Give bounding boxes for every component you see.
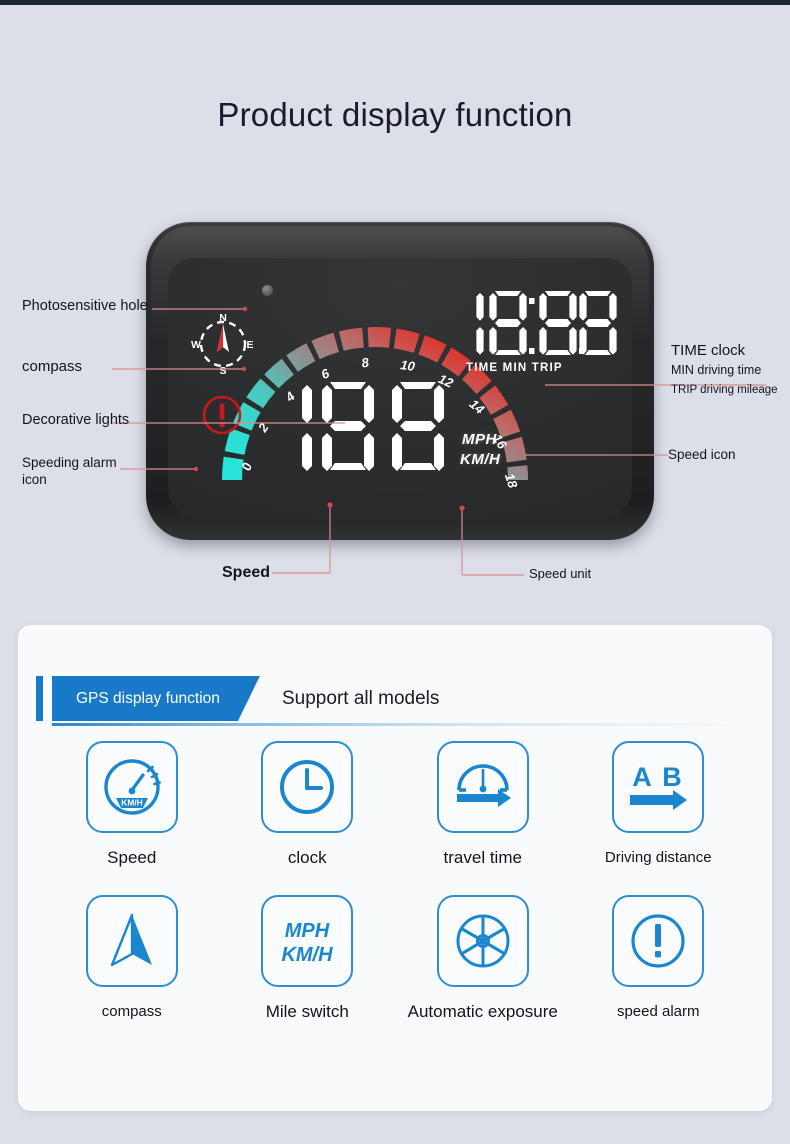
feature-speed-alarm[interactable]: speed alarm — [571, 895, 747, 1023]
icon-box-compass — [85, 895, 178, 987]
label-photosensitive-hole: Photosensitive hole — [22, 298, 148, 314]
feature-row-1: KM/H Speed clock travel time A B Driving… — [44, 741, 746, 869]
feature-grid: KM/H Speed clock travel time A B Driving… — [44, 741, 746, 1023]
camera-aperture-icon — [456, 914, 510, 968]
feature-label: Speed — [107, 848, 157, 867]
feature-label: compass — [101, 1003, 162, 1020]
photosensitive-hole-icon — [262, 285, 273, 296]
exclamation-circle-icon — [631, 914, 685, 968]
icon-box-clock — [261, 741, 354, 833]
speed-unit-mph: MPH — [462, 431, 497, 448]
a-to-b-arrow-icon: A B — [630, 762, 688, 810]
label-speed: Speed — [222, 564, 271, 581]
time-digits — [476, 291, 617, 355]
section-header: GPS display function Support all models — [36, 672, 752, 730]
svg-text:KM/H: KM/H — [282, 944, 334, 966]
speedometer-icon: KM/H — [104, 759, 161, 815]
speeding-alarm-icon — [202, 395, 242, 435]
feature-row-2: compass MPH KM/H Mile switch Automatic e… — [44, 895, 746, 1023]
label-speed-unit: Speed unit — [529, 566, 592, 581]
speed-digits — [302, 382, 444, 471]
speed-unit-labels: MPH KM/H — [460, 430, 501, 470]
svg-text:W: W — [191, 339, 201, 351]
mph-kmh-icon: MPH KM/H — [282, 920, 334, 966]
feature-label: clock — [287, 848, 327, 867]
feature-automatic-exposure[interactable]: Automatic exposure — [395, 895, 571, 1023]
feature-compass[interactable]: compass — [44, 895, 220, 1023]
svg-text:10: 10 — [399, 357, 416, 374]
icon-box-driving-distance: A B — [612, 741, 705, 833]
icon-box-travel-time — [436, 741, 529, 833]
label-compass: compass — [22, 358, 83, 375]
svg-text:B: B — [663, 762, 683, 792]
icon-box-automatic-exposure — [436, 895, 529, 987]
icon-box-speed-alarm — [612, 895, 705, 987]
icon-box-speed: KM/H — [85, 741, 178, 833]
section-tab-gps-display-function[interactable]: GPS display function — [52, 676, 260, 721]
feature-driving-distance[interactable]: A B Driving distance — [571, 741, 747, 869]
feature-mile-switch[interactable]: MPH KM/H Mile switch — [220, 895, 396, 1023]
label-time-clock: TIME clock — [671, 342, 746, 359]
speed-unit-kmh: KM/H — [460, 451, 501, 468]
svg-text:KM/H: KM/H — [121, 798, 142, 808]
section-accent-bar — [36, 676, 43, 721]
section-underline — [52, 723, 752, 726]
time-row-label: TIME MIN TRIP — [466, 362, 563, 374]
feature-label: Mile switch — [265, 1002, 349, 1021]
feature-label: Driving distance — [604, 849, 712, 866]
feature-travel-time[interactable]: travel time — [395, 741, 571, 869]
navigation-arrow-icon — [110, 913, 152, 967]
hud-device: N E S W — [146, 222, 654, 540]
svg-text:MPH: MPH — [285, 920, 330, 942]
feature-clock[interactable]: clock — [220, 741, 396, 869]
label-trip-driving-mileage: TRIP driving mileage — [671, 384, 778, 396]
page-title: Product display function — [217, 96, 573, 133]
travel-time-gauge-arrow-icon — [456, 764, 511, 807]
top-edge-strip — [0, 0, 790, 5]
svg-text:A: A — [633, 762, 653, 792]
feature-label: travel time — [443, 848, 522, 867]
label-speeding-alarm-icon: Speeding alarm icon — [22, 455, 117, 487]
gps-feature-card: GPS display function Support all models — [18, 625, 772, 1111]
feature-label: speed alarm — [616, 1003, 700, 1020]
label-min-driving-time: MIN driving time — [671, 363, 762, 377]
label-speed-icon: Speed icon — [668, 447, 736, 462]
section-subtitle: Support all models — [282, 688, 440, 709]
label-decorative-lights: Decorative lights — [22, 412, 130, 428]
hud-screen: N E S W — [168, 258, 632, 520]
feature-speed[interactable]: KM/H Speed — [44, 741, 220, 869]
clock-icon — [280, 760, 335, 814]
feature-label: Automatic exposure — [407, 1002, 558, 1021]
icon-box-mile-switch: MPH KM/H — [261, 895, 354, 987]
